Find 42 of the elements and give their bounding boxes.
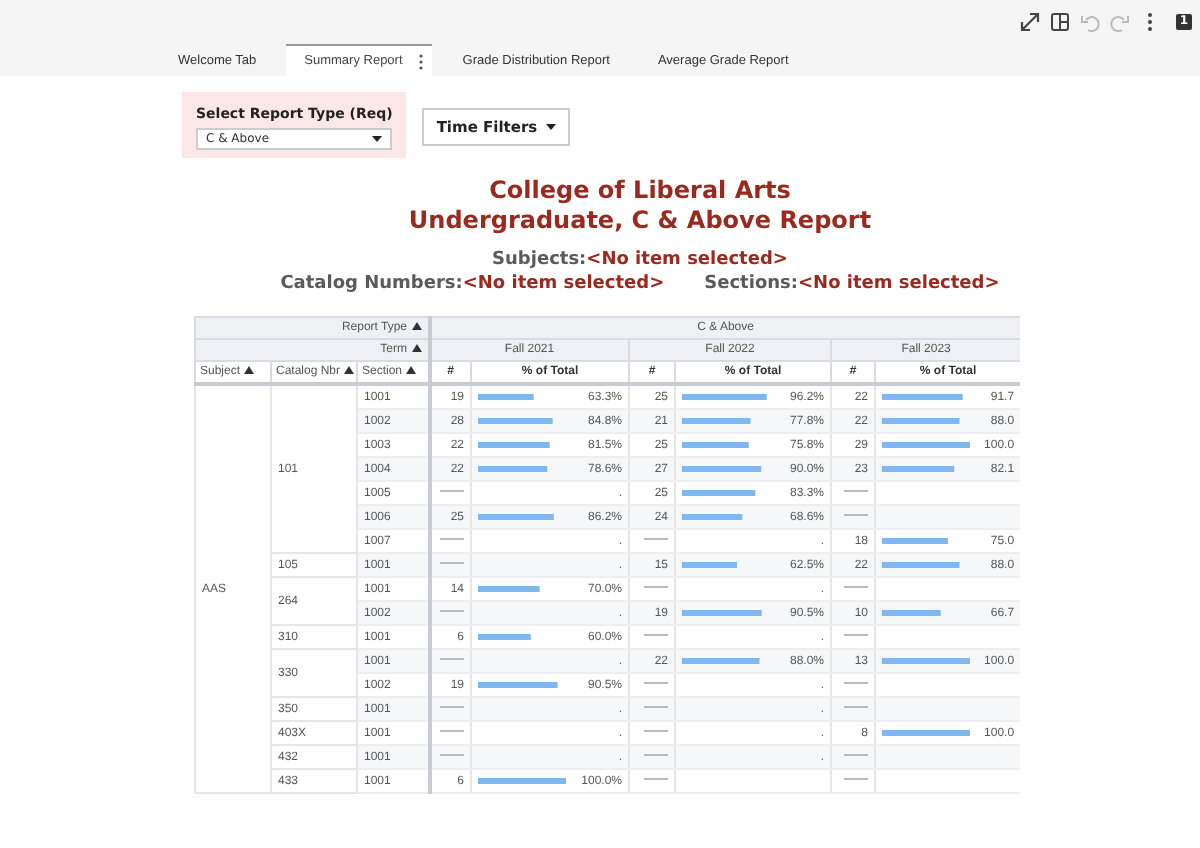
empty-dash: [440, 490, 465, 493]
filter-label: Sections:: [704, 274, 798, 294]
report-title: Undergraduate, C & Above Report: [408, 206, 872, 236]
empty-dash: [440, 706, 465, 709]
empty-dash: [644, 538, 669, 541]
empty-dash: [844, 514, 869, 517]
filter-value: <No item selected>: [798, 274, 1000, 294]
empty-dash: [644, 754, 669, 757]
caret-icon: [545, 123, 556, 131]
empty-dash: [644, 682, 669, 685]
empty-dash: [440, 754, 465, 757]
empty-dash: [440, 610, 465, 613]
sort-icon[interactable]: [406, 366, 417, 375]
filter-value: <No item selected>: [462, 274, 665, 294]
empty-dash: [644, 634, 669, 637]
empty-dash: [844, 490, 869, 493]
expand-icon[interactable]: [1020, 12, 1040, 32]
sort-icon[interactable]: [244, 366, 255, 375]
sort-icon[interactable]: [344, 366, 355, 375]
empty-dash: [844, 634, 869, 637]
empty-dash: [844, 586, 869, 589]
empty-dash: [440, 658, 465, 661]
empty-dash: [644, 778, 669, 781]
empty-dash: [844, 754, 869, 757]
caret-icon: [372, 135, 383, 143]
report-title: College of Liberal Arts: [489, 176, 791, 206]
empty-dash: [844, 682, 869, 685]
sort-icon[interactable]: [411, 322, 422, 331]
empty-dash: [644, 730, 669, 733]
empty-dash: [440, 538, 465, 541]
filter-label: Catalog Numbers:: [280, 274, 463, 294]
empty-dash: [844, 778, 869, 781]
more-icon[interactable]: [418, 53, 425, 69]
empty-dash: [644, 706, 669, 709]
empty-dash: [644, 586, 669, 589]
sort-icon[interactable]: [411, 344, 422, 353]
empty-dash: [440, 562, 465, 565]
empty-dash: [440, 730, 465, 733]
filter-label: Subjects:: [492, 250, 587, 270]
filter-value: <No item selected>: [586, 250, 788, 270]
empty-dash: [844, 706, 869, 709]
layout-icon[interactable]: [1050, 12, 1070, 32]
